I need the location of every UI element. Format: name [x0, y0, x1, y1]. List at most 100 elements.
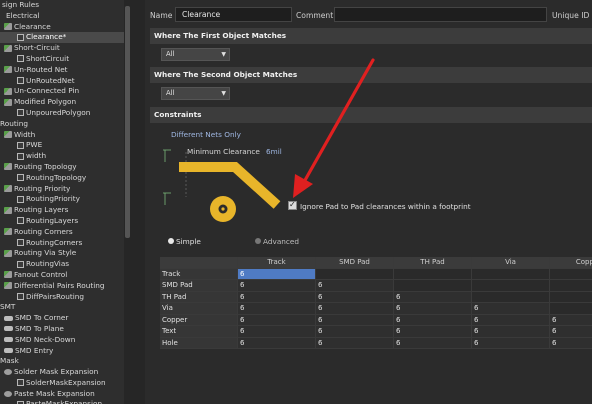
comment-input[interactable]: [334, 7, 547, 22]
matrix-cell[interactable]: 6: [550, 314, 592, 326]
min-clearance-value[interactable]: 6mil: [266, 147, 282, 156]
rules-tree[interactable]: sign Rules Electrical Clearance Clearance* S…: [0, 0, 131, 404]
matrix-cell[interactable]: 6: [238, 314, 316, 326]
rule-instance-icon: [17, 174, 24, 182]
matrix-cell[interactable]: 6: [316, 280, 394, 292]
second-match-value: All: [166, 89, 175, 97]
tree-item[interactable]: RoutingPriority: [0, 194, 124, 205]
matrix-cell[interactable]: 6: [238, 337, 316, 349]
tree-item[interactable]: Routing Via Style: [0, 248, 124, 259]
first-match-value: All: [166, 50, 175, 58]
matrix-cell[interactable]: 6: [394, 291, 472, 303]
net-scope-link[interactable]: Different Nets Only: [171, 130, 241, 139]
matrix-cell[interactable]: 6: [238, 303, 316, 315]
simple-radio-label: Simple: [176, 237, 201, 246]
tree-item[interactable]: Electrical: [0, 11, 124, 22]
tree-item[interactable]: sign Rules: [0, 0, 124, 11]
tree-item-label: SMD Entry: [15, 345, 54, 355]
matrix-cell[interactable]: 6: [316, 314, 394, 326]
rule-instance-icon: [17, 293, 24, 301]
tree-item[interactable]: DiffPairsRouting: [0, 292, 124, 303]
tree-item[interactable]: Solder Mask Expansion: [0, 367, 124, 378]
name-input[interactable]: Clearance: [175, 7, 292, 22]
matrix-cell[interactable]: 6: [316, 291, 394, 303]
pane-divider[interactable]: [131, 0, 145, 404]
matrix-cell[interactable]: 6: [316, 303, 394, 315]
matrix-cell[interactable]: 6: [472, 326, 550, 338]
matrix-cell[interactable]: 6: [316, 337, 394, 349]
tree-item-label: RoutingPriority: [26, 194, 80, 204]
tree-item[interactable]: Clearance: [0, 22, 124, 33]
tree-item[interactable]: SMT: [0, 302, 124, 313]
tree-item[interactable]: Clearance*: [0, 32, 124, 44]
tree-item[interactable]: Routing Topology: [0, 162, 124, 173]
tree-item[interactable]: SMD To Plane: [0, 324, 124, 335]
tree-item-label: width: [26, 151, 47, 161]
tree-item[interactable]: PasteMaskExpansion: [0, 399, 124, 404]
tree-item[interactable]: Differential Pairs Routing: [0, 281, 124, 292]
tree-item[interactable]: SMD Entry: [0, 346, 124, 357]
tree-item[interactable]: UnpouredPolygon: [0, 108, 124, 119]
matrix-cell[interactable]: 6: [394, 337, 472, 349]
smd-icon: [4, 337, 13, 343]
tree-item[interactable]: Mask: [0, 356, 124, 367]
second-match-dropdown[interactable]: All ▼: [161, 87, 230, 100]
tree-item[interactable]: RoutingLayers: [0, 216, 124, 227]
tree-item-label: Fanout Control: [14, 269, 68, 279]
tree-item[interactable]: Routing Corners: [0, 227, 124, 238]
tree-item-label: Mask: [0, 356, 19, 366]
tree-item[interactable]: RoutingVias: [0, 259, 124, 270]
tree-scrollbar-thumb[interactable]: [125, 6, 130, 238]
advanced-radio[interactable]: [255, 238, 261, 244]
matrix-cell[interactable]: 6: [394, 314, 472, 326]
rule-instance-icon: [17, 33, 24, 41]
matrix-cell: [472, 268, 550, 280]
tree-item[interactable]: ShortCircuit: [0, 54, 124, 65]
tree-item[interactable]: Un-Connected Pin: [0, 86, 124, 97]
tree-item[interactable]: Routing Priority: [0, 184, 124, 195]
matrix-cell[interactable]: 6: [238, 268, 316, 280]
matrix-cell[interactable]: 6: [550, 326, 592, 338]
matrix-cell[interactable]: 6: [394, 326, 472, 338]
tree-item[interactable]: Routing Layers: [0, 205, 124, 216]
chevron-down-icon: ▼: [221, 51, 226, 58]
first-match-dropdown[interactable]: All ▼: [161, 48, 230, 61]
ignore-pad-checkbox[interactable]: [288, 200, 297, 210]
matrix-column-header: Copper: [550, 257, 592, 269]
tree-item-label: PasteMaskExpansion: [26, 399, 103, 404]
tree-item[interactable]: RoutingCorners: [0, 238, 124, 249]
matrix-cell[interactable]: 6: [472, 337, 550, 349]
tree-item[interactable]: SolderMaskExpansion: [0, 378, 124, 389]
rule-icon: [4, 44, 12, 52]
matrix-cell[interactable]: 6: [238, 280, 316, 292]
tree-item[interactable]: Paste Mask Expansion: [0, 389, 124, 400]
tree-item[interactable]: width: [0, 151, 124, 162]
tree-item[interactable]: SMD To Corner: [0, 313, 124, 324]
tree-item[interactable]: Short-Circuit: [0, 43, 124, 54]
tree-item[interactable]: Routing: [0, 119, 124, 130]
tree-item-label: Modified Polygon: [14, 97, 77, 107]
tree-item[interactable]: PWE: [0, 140, 124, 151]
matrix-cell[interactable]: 6: [238, 291, 316, 303]
matrix-cell[interactable]: 6: [550, 337, 592, 349]
tree-item[interactable]: UnRoutedNet: [0, 76, 124, 87]
matrix-cell[interactable]: 6: [238, 326, 316, 338]
rule-icon: [4, 98, 12, 106]
tree-item[interactable]: Modified Polygon: [0, 97, 124, 108]
simple-radio[interactable]: [168, 238, 174, 244]
tree-item[interactable]: Fanout Control: [0, 270, 124, 281]
tree-item[interactable]: Width: [0, 130, 124, 141]
name-label: Name: [150, 11, 173, 20]
matrix-cell[interactable]: 6: [472, 303, 550, 315]
tree-item[interactable]: Un-Routed Net: [0, 65, 124, 76]
matrix-cell[interactable]: 6: [472, 314, 550, 326]
matrix-column-header: SMD Pad: [316, 257, 394, 269]
matrix-cell[interactable]: 6: [394, 303, 472, 315]
tree-scrollbar[interactable]: [124, 0, 131, 404]
clearance-diagram: [163, 149, 281, 222]
tree-item[interactable]: SMD Neck-Down: [0, 335, 124, 346]
rule-icon: [4, 23, 12, 31]
matrix-cell[interactable]: 6: [316, 326, 394, 338]
tree-item[interactable]: RoutingTopology: [0, 173, 124, 184]
tree-item-label: Width: [14, 129, 36, 139]
